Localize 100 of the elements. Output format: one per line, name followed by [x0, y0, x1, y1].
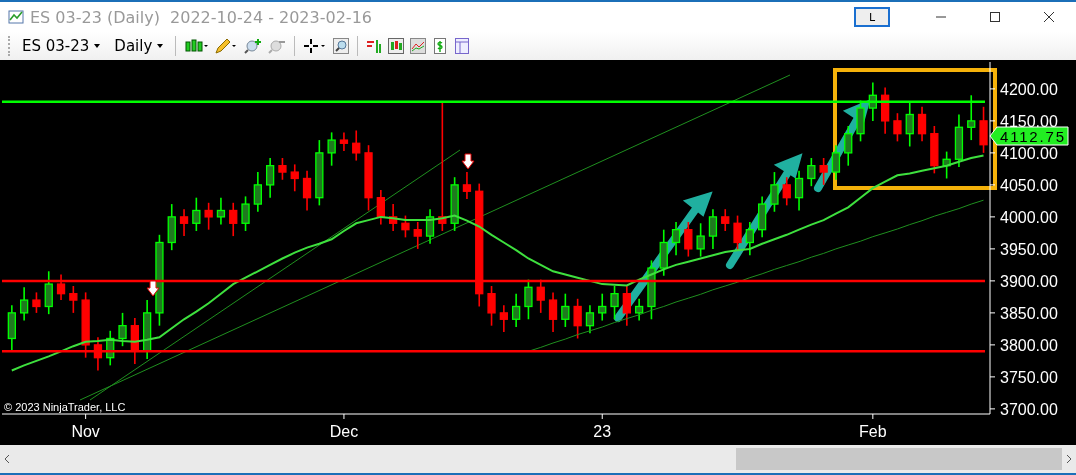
- price-label: 4100.00: [1000, 144, 1058, 162]
- candlestick: [106, 330, 115, 367]
- candlestick: [7, 304, 16, 353]
- interval-dropdown[interactable]: Daily: [110, 37, 168, 55]
- candlestick: [462, 171, 472, 200]
- scroll-thumb[interactable]: [736, 448, 1062, 470]
- candlestick: [56, 273, 66, 301]
- candlestick: [844, 125, 853, 167]
- candlestick: [881, 86, 890, 135]
- candlestick: [635, 298, 644, 322]
- maximize-icon[interactable]: [989, 11, 1001, 23]
- zoom-out-icon[interactable]: [268, 38, 287, 54]
- candlestick: [179, 208, 189, 237]
- candlestick: [807, 157, 816, 187]
- candlestick: [684, 221, 693, 258]
- pencil-icon[interactable]: [214, 38, 239, 54]
- date-label: Dec: [329, 423, 359, 440]
- candle-chart-icon[interactable]: [388, 38, 405, 54]
- chart-app-icon: [8, 9, 24, 25]
- candlestick: [69, 285, 78, 314]
- candlestick: [942, 150, 951, 180]
- date-label: Feb: [859, 423, 887, 440]
- candlestick: [819, 157, 828, 186]
- price-label: 3750.00: [1000, 368, 1058, 386]
- bar-indicator-icon[interactable]: [366, 38, 383, 54]
- price-label: 4200.00: [1000, 80, 1058, 98]
- zoom-in-icon[interactable]: [244, 38, 263, 54]
- candlestick: [143, 299, 152, 360]
- price-label: 4000.00: [1000, 208, 1058, 226]
- candlestick: [315, 139, 324, 207]
- candlestick: [401, 214, 410, 239]
- candlestick: [450, 176, 459, 232]
- instrument-dropdown[interactable]: ES 03-23: [18, 37, 105, 55]
- candlestick: [118, 312, 127, 347]
- candlestick: [561, 292, 570, 328]
- candlestick: [585, 304, 595, 335]
- candlestick: [610, 285, 619, 321]
- candlestick: [868, 81, 877, 122]
- scroll-right-icon[interactable]: [1066, 454, 1072, 464]
- candlestick: [930, 125, 939, 175]
- price-label: 4050.00: [1000, 176, 1058, 194]
- candlestick: [413, 221, 422, 250]
- candlestick: [954, 113, 964, 168]
- candlestick: [782, 176, 791, 207]
- candlestick: [425, 208, 435, 245]
- candlestick: [352, 129, 361, 162]
- horizontal-scrollbar[interactable]: [0, 445, 1076, 475]
- candlestick: [893, 112, 902, 143]
- last-price-tag: 4112.75: [989, 126, 1069, 146]
- candlestick: [32, 291, 41, 314]
- caret-icon: [157, 44, 164, 48]
- price-label: 3950.00: [1000, 240, 1058, 258]
- candlestick: [216, 196, 226, 226]
- candlestick: [979, 106, 988, 154]
- candlestick: [81, 291, 90, 359]
- link-button[interactable]: L: [854, 7, 890, 27]
- candlestick: [93, 336, 103, 372]
- candlestick: [327, 131, 336, 167]
- candlestick: [659, 228, 668, 277]
- candlestick: [758, 195, 767, 239]
- candlestick: [364, 144, 373, 212]
- candlestick: [192, 196, 201, 232]
- dollar-sheet-icon[interactable]: [432, 38, 449, 54]
- scroll-left-icon[interactable]: [4, 454, 10, 464]
- candlestick: [241, 195, 250, 232]
- properties-icon[interactable]: [454, 38, 471, 54]
- candlestick: [671, 221, 681, 257]
- caret-icon: [94, 44, 101, 48]
- candlestick: [967, 94, 976, 141]
- line-chart-icon[interactable]: [410, 38, 427, 54]
- candlestick: [905, 100, 914, 148]
- copyright-text: © 2023 NinjaTrader, LLC: [4, 401, 126, 413]
- candlestick: [278, 157, 287, 181]
- candlestick: [708, 208, 718, 250]
- candlestick: [831, 144, 841, 181]
- price-label: 3700.00: [1000, 400, 1058, 418]
- candlestick: [512, 292, 521, 328]
- candlestick: [745, 221, 754, 257]
- date-label: 23: [593, 423, 612, 440]
- down-arrow-icon: [461, 153, 475, 170]
- candlestick: [389, 203, 398, 232]
- price-label: 3850.00: [1000, 304, 1058, 322]
- candlestick: [696, 222, 705, 258]
- candlestick: [167, 203, 176, 251]
- search-icon[interactable]: [333, 38, 350, 54]
- candlestick: [290, 163, 299, 193]
- price-label: 3900.00: [1000, 272, 1058, 290]
- candlestick: [229, 202, 238, 237]
- date-label: Nov: [71, 423, 100, 440]
- close-icon[interactable]: [1043, 11, 1055, 23]
- candlestick: [647, 259, 656, 321]
- crosshair-icon[interactable]: [303, 38, 328, 54]
- candlestick: [721, 208, 730, 232]
- candlestick: [130, 317, 139, 365]
- candlestick: [794, 170, 804, 212]
- candlestick: [339, 131, 349, 152]
- candlestick: [622, 285, 631, 327]
- candlestick: [487, 285, 496, 327]
- candlestick: [573, 298, 582, 340]
- candlestick-icon[interactable]: [184, 38, 209, 54]
